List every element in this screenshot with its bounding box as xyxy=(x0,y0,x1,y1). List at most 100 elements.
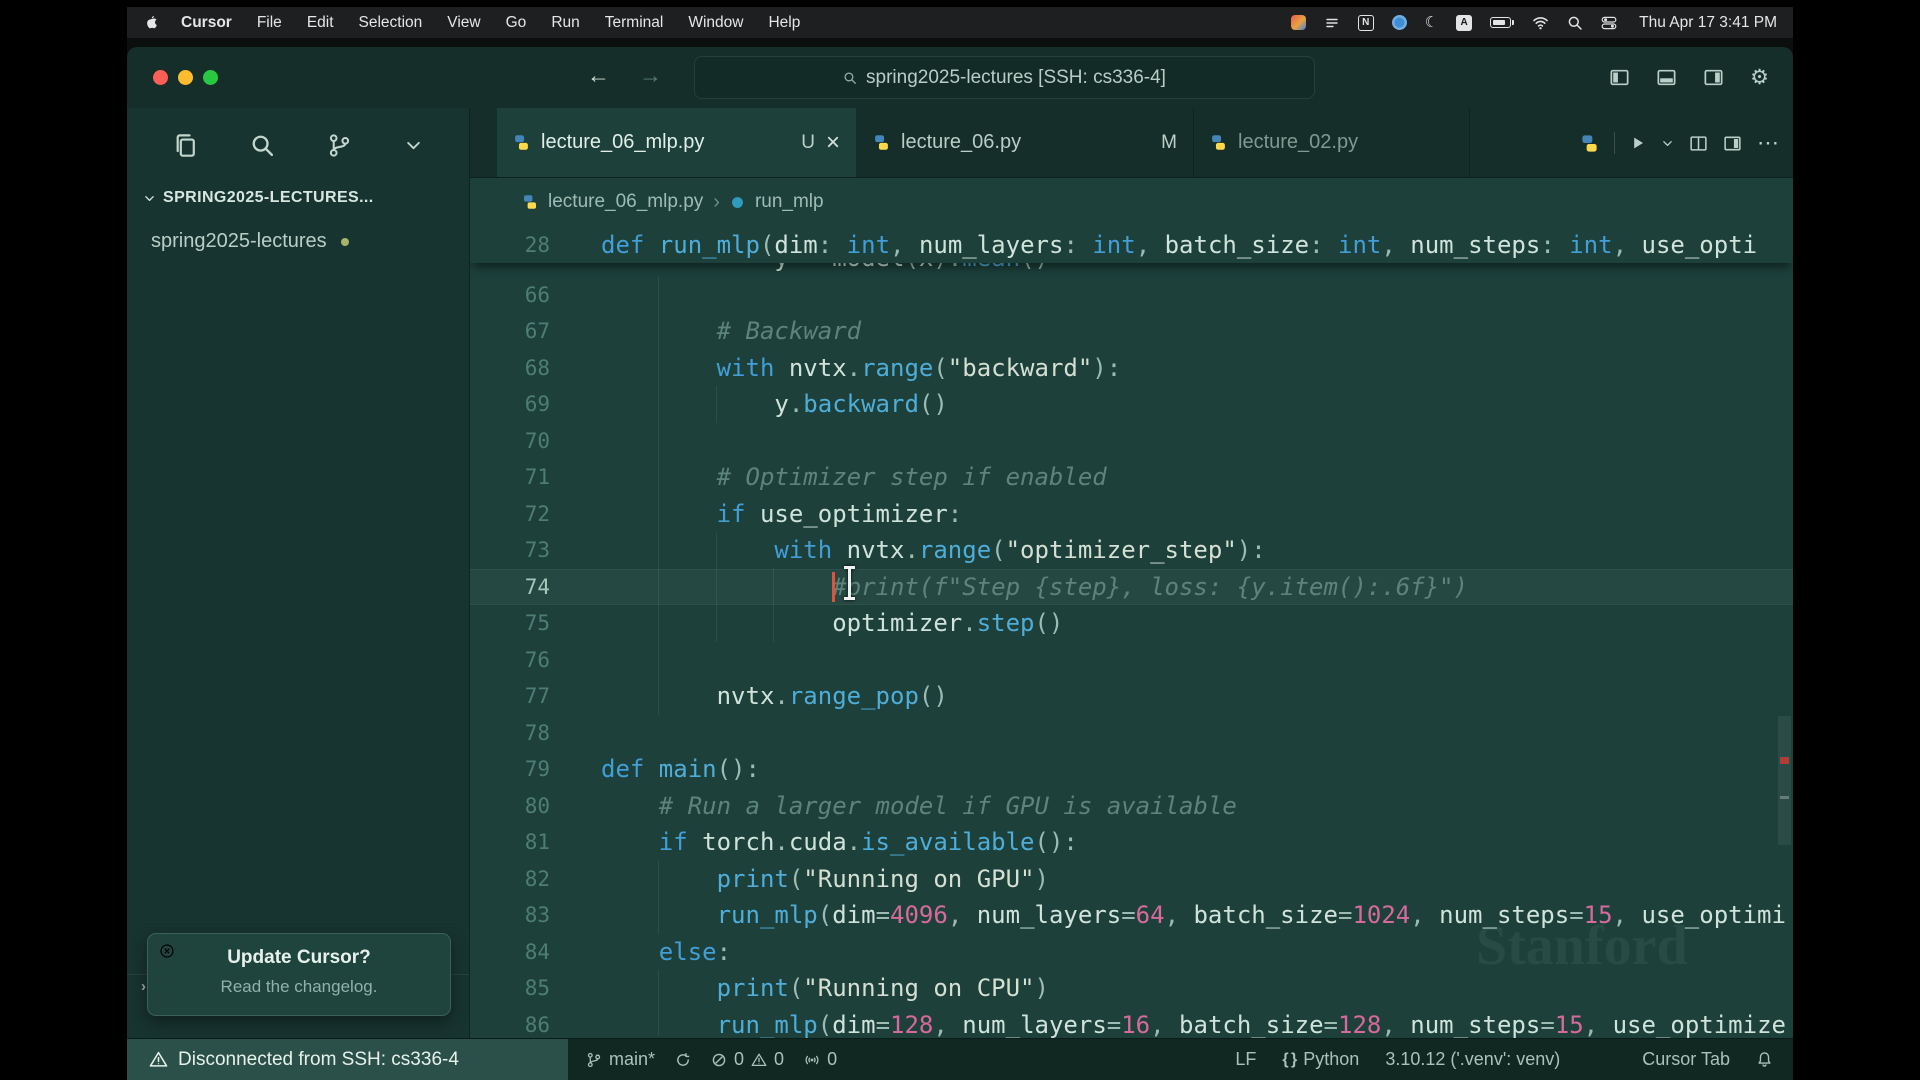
breadcrumb-symbol[interactable]: run_mlp xyxy=(755,191,824,213)
menu-item-edit[interactable]: Edit xyxy=(307,14,334,32)
eol-indicator[interactable]: LF xyxy=(1235,1049,1256,1070)
code-line-77[interactable]: 77nvtx.range_pop() xyxy=(470,678,1793,715)
window-controls xyxy=(153,70,218,85)
spotlight-icon[interactable] xyxy=(1567,15,1583,31)
search-icon[interactable] xyxy=(250,133,275,158)
notification-link[interactable]: Read the changelog. xyxy=(148,977,450,997)
editor-layout-icon[interactable] xyxy=(1723,134,1742,153)
branch-name: main* xyxy=(609,1049,655,1070)
run-dropdown-chevron-icon[interactable] xyxy=(1661,137,1674,150)
tab-lecture_06_mlp.py[interactable]: lecture_06_mlp.pyU× xyxy=(497,108,857,177)
chevron-down-icon[interactable] xyxy=(404,136,423,155)
python-file-icon xyxy=(873,134,890,151)
input-source-icon[interactable]: A xyxy=(1456,15,1472,31)
apple-menu-icon[interactable] xyxy=(143,15,159,31)
menubar-status-icon-1[interactable] xyxy=(1291,15,1306,30)
python-interpreter[interactable]: 3.10.12 ('.venv': venv) xyxy=(1385,1049,1560,1070)
code-line-72[interactable]: 72if use_optimizer: xyxy=(470,496,1793,533)
sync-changes-button[interactable] xyxy=(675,1052,691,1068)
menubar-status-icon-3[interactable] xyxy=(1392,15,1407,30)
tab-lecture_06.py[interactable]: lecture_06.pyM xyxy=(857,108,1194,177)
code-line-71[interactable]: 71# Optimizer step if enabled xyxy=(470,459,1793,496)
ports-status[interactable]: 0 xyxy=(804,1049,837,1070)
code-line-83[interactable]: 83run_mlp(dim=4096, num_layers=64, batch… xyxy=(470,897,1793,934)
code-line-76[interactable]: 76 xyxy=(470,642,1793,679)
zoom-window-button[interactable] xyxy=(203,70,218,85)
toggle-panel-icon[interactable] xyxy=(1656,67,1677,88)
code-line-80[interactable]: 80# Run a larger model if GPU is availab… xyxy=(470,788,1793,825)
tab-lecture_02.py[interactable]: lecture_02.py xyxy=(1194,108,1470,177)
command-center[interactable]: spring2025-lectures [SSH: cs336-4] xyxy=(694,56,1315,99)
explorer-section-header[interactable]: SPRING2025-LECTURES... xyxy=(143,189,461,207)
tab-label: lecture_02.py xyxy=(1238,131,1358,154)
do-not-disturb-icon[interactable]: ☾ xyxy=(1425,15,1438,30)
code-line-69[interactable]: 69y.backward() xyxy=(470,386,1793,423)
close-window-button[interactable] xyxy=(153,70,168,85)
editor-pane[interactable]: lecture_06_mlp.py › run_mlp Stanford y =… xyxy=(470,178,1793,1038)
more-actions-icon[interactable]: ⋯ xyxy=(1757,132,1779,154)
chevron-down-icon xyxy=(143,192,156,205)
warning-icon xyxy=(149,1050,168,1069)
explorer-icon[interactable] xyxy=(173,133,198,158)
run-file-icon[interactable] xyxy=(1630,135,1646,151)
settings-gear-icon[interactable]: ⚙ xyxy=(1750,67,1769,88)
code-line-79[interactable]: 79def main(): xyxy=(470,751,1793,788)
git-branch-status[interactable]: main* xyxy=(586,1049,655,1070)
code-line-67[interactable]: 67# Backward xyxy=(470,313,1793,350)
cursor-window: ← → spring2025-lectures [SSH: cs336-4] ⚙ xyxy=(127,47,1793,1080)
code-line-85[interactable]: 85print("Running on CPU") xyxy=(470,970,1793,1007)
line-number: 77 xyxy=(470,684,567,708)
code-line-75[interactable]: 75optimizer.step() xyxy=(470,605,1793,642)
update-notification[interactable]: Update Cursor? Read the changelog. xyxy=(147,933,451,1016)
menu-item-go[interactable]: Go xyxy=(506,14,527,32)
breadcrumb-file[interactable]: lecture_06_mlp.py xyxy=(548,191,703,213)
line-number: 81 xyxy=(470,830,567,854)
wifi-icon[interactable] xyxy=(1532,14,1549,31)
errors-icon xyxy=(711,1052,727,1068)
scrollbar-thumb[interactable] xyxy=(1778,716,1791,845)
menu-bar-clock[interactable]: Thu Apr 17 3:41 PM xyxy=(1639,14,1777,32)
notifications-bell-icon[interactable] xyxy=(1756,1051,1773,1068)
menu-item-selection[interactable]: Selection xyxy=(359,14,423,32)
navigate-back-button[interactable]: ← xyxy=(587,62,610,89)
battery-icon[interactable] xyxy=(1490,17,1514,28)
menu-item-cursor[interactable]: Cursor xyxy=(181,14,232,32)
line-number: 71 xyxy=(470,465,567,489)
menu-item-view[interactable]: View xyxy=(447,14,480,32)
code-line-70[interactable]: 70 xyxy=(470,423,1793,460)
notification-close-icon[interactable] xyxy=(159,943,175,959)
toggle-secondary-sidebar-icon[interactable] xyxy=(1703,67,1724,88)
language-mode[interactable]: { } Python xyxy=(1282,1049,1359,1070)
tree-item-root-folder[interactable]: spring2025-lectures xyxy=(151,230,349,253)
code-line-81[interactable]: 81if torch.cuda.is_available(): xyxy=(470,824,1793,861)
code-line-66[interactable]: 66 xyxy=(470,277,1793,314)
menu-item-help[interactable]: Help xyxy=(768,14,800,32)
navigate-forward-button[interactable]: → xyxy=(639,62,662,89)
menu-item-terminal[interactable]: Terminal xyxy=(605,14,664,32)
menu-item-run[interactable]: Run xyxy=(551,14,579,32)
overview-ruler-mark xyxy=(1780,796,1789,799)
control-center-icon[interactable] xyxy=(1601,15,1617,31)
minimize-window-button[interactable] xyxy=(178,70,193,85)
python-run-config-icon[interactable] xyxy=(1580,134,1599,153)
tab-close-icon[interactable]: × xyxy=(826,131,840,155)
menu-item-window[interactable]: Window xyxy=(688,14,743,32)
code-line-82[interactable]: 82print("Running on GPU") xyxy=(470,861,1793,898)
remote-status-indicator[interactable]: Disconnected from SSH: cs336-4 xyxy=(127,1039,568,1080)
source-control-icon[interactable] xyxy=(327,133,352,158)
code-area[interactable]: y = model(x).mean()6667# Backward68with … xyxy=(470,240,1793,1038)
split-editor-icon[interactable] xyxy=(1689,134,1708,153)
code-line-86[interactable]: 86run_mlp(dim=128, num_layers=16, batch_… xyxy=(470,1007,1793,1039)
code-line-74[interactable]: 74#print(f"Step {step}, loss: {y.item():… xyxy=(470,569,1793,606)
toggle-sidebar-icon[interactable] xyxy=(1609,67,1630,88)
code-line-73[interactable]: 73with nvtx.range("optimizer_step"): xyxy=(470,532,1793,569)
notion-icon[interactable]: N xyxy=(1358,15,1374,31)
sticky-scroll-line[interactable]: 28def run_mlp(dim: int, num_layers: int,… xyxy=(470,226,1793,263)
menubar-status-icon-2[interactable] xyxy=(1324,15,1340,31)
code-line-84[interactable]: 84else: xyxy=(470,934,1793,971)
problems-status[interactable]: 0 0 xyxy=(711,1049,784,1070)
menu-item-file[interactable]: File xyxy=(257,14,282,32)
code-line-68[interactable]: 68with nvtx.range("backward"): xyxy=(470,350,1793,387)
cursor-tab-status[interactable]: Cursor Tab xyxy=(1642,1049,1730,1070)
code-line-78[interactable]: 78 xyxy=(470,715,1793,752)
